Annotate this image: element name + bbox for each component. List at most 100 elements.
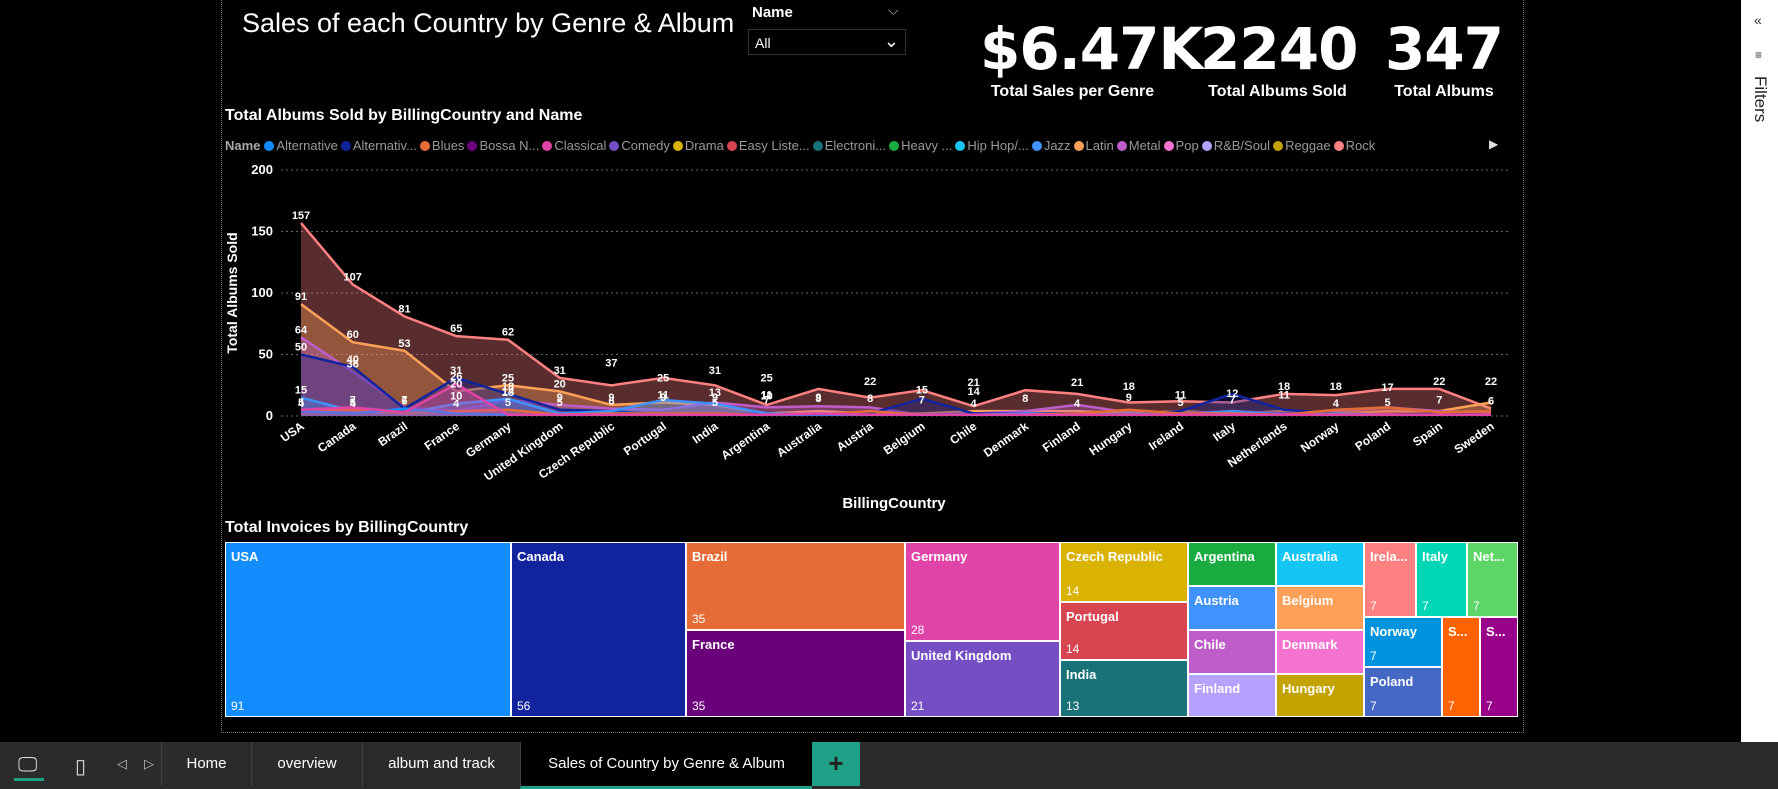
legend-item[interactable]: Rock [1333,138,1376,153]
legend-label: Jazz [1043,138,1071,153]
y-tick-label: 0 [266,408,273,423]
data-label: 37 [605,357,617,369]
legend-label: Hip Hop/... [967,138,1029,153]
treemap-tile[interactable]: Australia [1276,542,1364,586]
treemap-tile[interactable]: Hungary [1276,674,1364,717]
treemap-tile[interactable]: Irela... 7 [1364,542,1416,617]
tile-value: 28 [911,623,925,637]
tab-album-and-track[interactable]: album and track [362,742,520,786]
legend-item[interactable]: Latin [1073,138,1114,153]
legend-item[interactable]: Hip Hop/... [955,138,1029,153]
tile-name: Net... [1473,549,1505,564]
legend-item[interactable]: Electroni... [812,138,886,153]
tile-value: 91 [231,699,245,713]
data-label: 31 [709,365,721,377]
data-label: 5 [557,397,563,409]
treemap-tile[interactable]: Austria [1188,586,1276,630]
legend-item[interactable]: Pop [1163,138,1199,153]
treemap-tile[interactable]: Germany 28 [905,542,1060,641]
legend-item[interactable]: Drama [672,138,724,153]
treemap-tile[interactable]: Italy 7 [1416,542,1467,617]
slicer-collapse-icon[interactable]: ⌵ [888,2,899,19]
add-page-button[interactable]: + [812,742,860,786]
tile-value: 7 [1473,599,1480,613]
legend-item[interactable]: Reggae [1273,138,1331,153]
legend-label: Alternative [276,138,338,153]
data-label: 53 [398,338,410,350]
tile-value: 7 [1370,649,1377,663]
x-tick-label: India [690,419,721,447]
legend-dot-icon [340,141,351,151]
data-label: 64 [295,324,308,336]
legend-item[interactable]: Comedy [609,138,670,153]
legend-dot-icon [1073,141,1084,151]
treemap-tile[interactable]: Portugal 14 [1060,602,1188,660]
tab-home[interactable]: Home [161,742,251,786]
legend-item[interactable]: Blues [419,138,464,153]
mobile-view-icon[interactable]: ▯ [75,754,86,779]
area-chart[interactable]: 0501001502001579164501554107603640457815… [221,160,1521,520]
y-tick-label: 100 [251,285,273,300]
filters-pane[interactable]: « ≡ Filters [1741,0,1778,742]
legend-item[interactable]: Easy Liste... [726,138,810,153]
treemap-tile[interactable]: Czech Republic 14 [1060,542,1188,602]
treemap-tile[interactable]: Belgium [1276,586,1364,630]
treemap-tile[interactable]: Poland 7 [1364,667,1442,717]
data-label: 157 [292,210,310,222]
treemap-tile[interactable]: Norway 7 [1364,617,1442,667]
tile-name: Czech Republic [1066,549,1163,564]
legend-item[interactable]: Bossa N... [467,138,539,153]
legend-label: Rock [1345,138,1376,153]
legend-item[interactable]: Alternativ... [340,138,417,153]
tab-scroll-right-icon[interactable]: ▷ [144,756,154,772]
kpi-label: Total Sales per Genre [990,83,1155,100]
data-label: 81 [398,303,410,315]
tile-name: Irela... [1370,549,1408,564]
x-tick-label: Italy [1210,419,1238,444]
treemap-tile[interactable]: France 35 [686,630,905,717]
legend-item[interactable]: Classical [542,138,606,153]
legend-item[interactable]: Heavy ... [889,138,952,153]
tile-name: Brazil [692,549,728,564]
treemap-tile[interactable]: Net... 7 [1467,542,1518,617]
tile-value: 7 [1370,599,1377,613]
name-slicer-dropdown[interactable]: All ⌄ [748,29,906,55]
expand-filters-icon[interactable]: « [1754,12,1762,28]
data-label: 18 [1278,381,1290,393]
treemap-tile[interactable]: Argentina [1188,542,1276,586]
tile-value: 7 [1370,699,1377,713]
x-tick-label: Brazil [375,419,410,449]
legend-label: Latin [1085,138,1114,153]
treemap-tile[interactable]: Finland [1188,674,1276,717]
treemap-tile[interactable]: USA 91 [225,542,511,717]
tab-overview[interactable]: overview [251,742,362,786]
legend-dot-icon [264,141,275,151]
legend-next-arrow[interactable]: ▶ [1489,137,1498,151]
legend-item[interactable]: Jazz [1031,138,1071,153]
x-tick-label: Chile [947,419,979,447]
treemap-tile[interactable]: India 13 [1060,660,1188,717]
treemap-tile[interactable]: Chile [1188,630,1276,674]
treemap-tile[interactable]: S... 7 [1442,617,1480,717]
treemap-tile[interactable]: S... 7 [1480,617,1518,717]
tile-name: S... [1448,624,1468,639]
legend-label: Reggae [1285,138,1331,153]
treemap-tile[interactable]: Denmark [1276,630,1364,674]
desktop-view-icon[interactable]: 🖵 [18,754,37,777]
legend-label: Easy Liste... [738,138,810,153]
legend-item[interactable]: Alternative [264,138,338,153]
x-tick-label: Sweden [1452,419,1497,456]
tile-value: 56 [517,699,531,713]
name-slicer-label: Name [752,4,793,21]
invoices-treemap[interactable]: USA 91 Canada 56 Brazil 35 France 35 Germany 28 Un… [225,542,1518,717]
legend-item[interactable]: R&B/Soul [1201,138,1270,153]
tile-value: 7 [1422,599,1429,613]
tab-scroll-left-icon[interactable]: ◁ [117,756,127,772]
treemap-tile[interactable]: United Kingdom 21 [905,641,1060,717]
treemap-tile[interactable]: Brazil 35 [686,542,905,630]
tab-sales-country-genre-album[interactable]: Sales of Country by Genre & Album [520,742,812,789]
legend-item[interactable]: Metal [1116,138,1161,153]
data-label: 60 [347,329,359,341]
treemap-tile[interactable]: Canada 56 [511,542,686,717]
filters-label: Filters [1751,76,1770,123]
